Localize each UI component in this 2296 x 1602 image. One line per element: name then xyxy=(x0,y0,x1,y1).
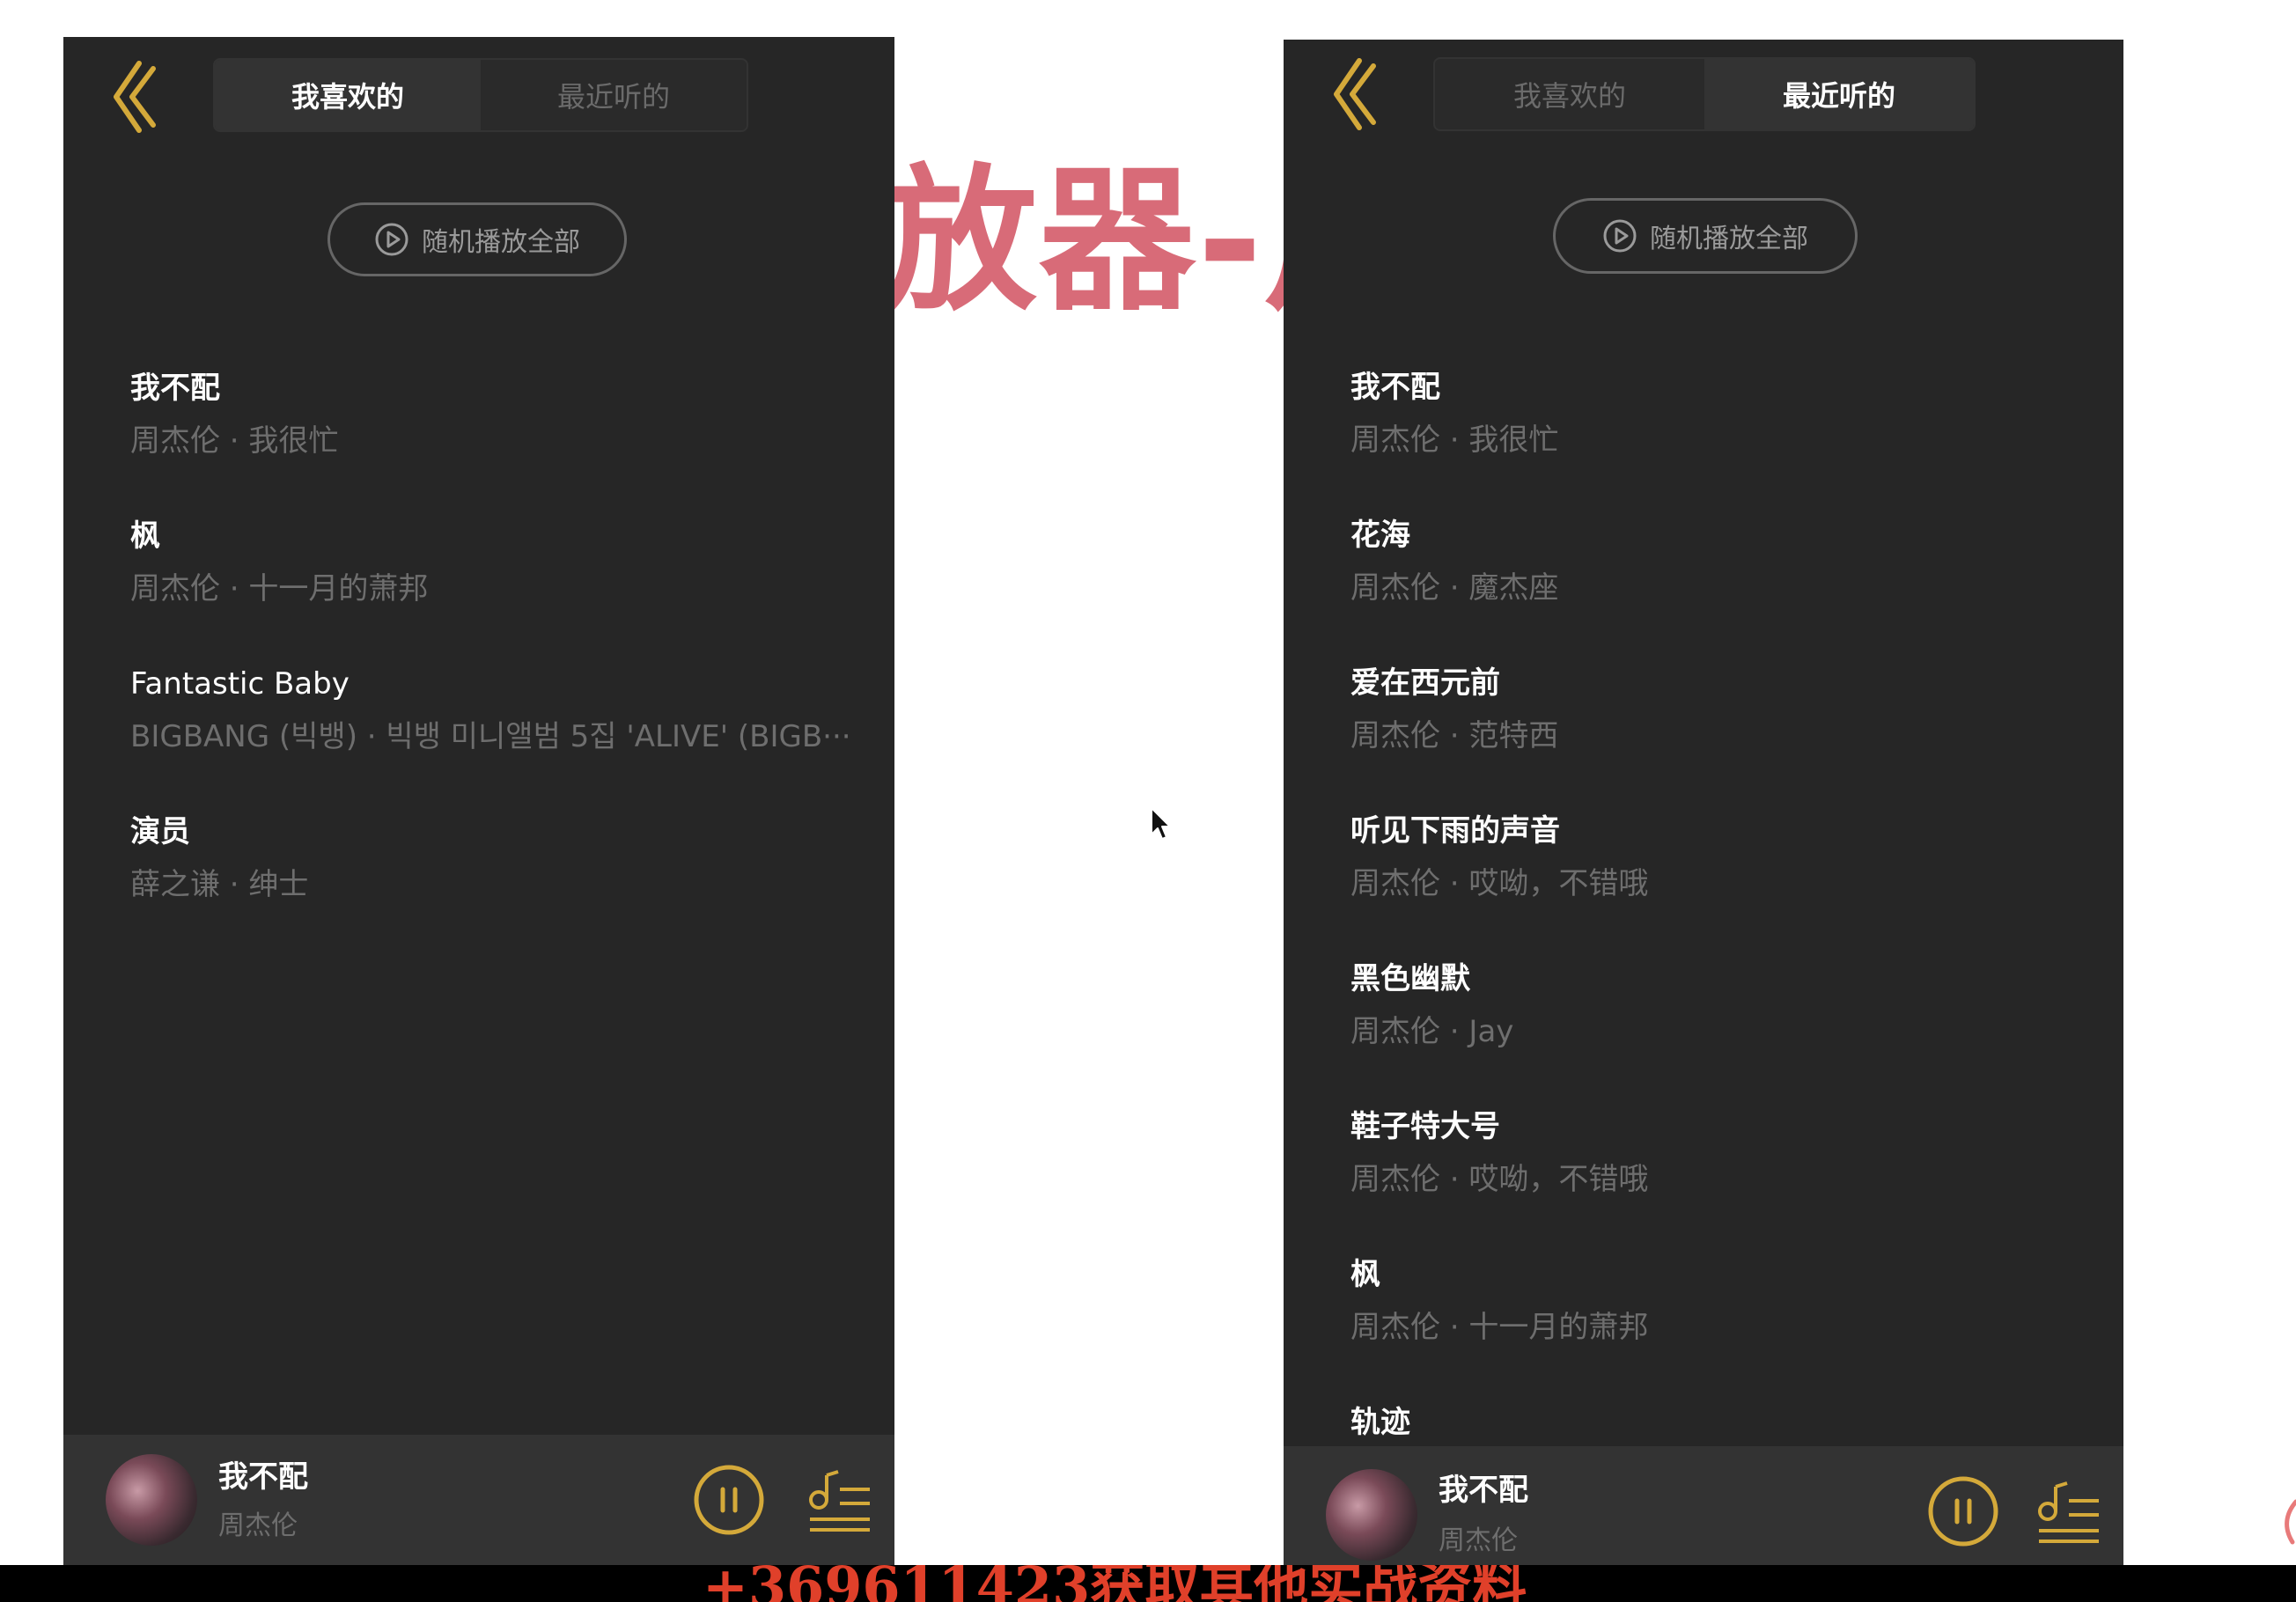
random-play-all-button[interactable]: 随机播放全部 xyxy=(1553,198,1858,274)
song-desc: 周杰伦 · 哎呦，不错哦 xyxy=(1350,866,1649,901)
mini-player-title: 我不配 xyxy=(1439,1473,1528,1508)
playlist-icon xyxy=(809,1470,870,1532)
list-item[interactable]: 演员 薛之谦 · 绅士 xyxy=(130,806,852,954)
song-name: 枫 xyxy=(1350,1257,1380,1292)
tab-favorites[interactable]: 我喜欢的 xyxy=(215,60,481,130)
album-cover-avatar[interactable] xyxy=(1326,1469,1417,1561)
song-desc: 周杰伦 · 十一月的萧邦 xyxy=(130,571,429,606)
playlist-button[interactable] xyxy=(2032,1476,2102,1547)
song-desc: 周杰伦 · 我很忙 xyxy=(130,423,339,459)
playlist-button[interactable] xyxy=(803,1465,873,1535)
song-name: 听见下雨的声音 xyxy=(1350,813,1560,849)
song-name: 我不配 xyxy=(130,371,220,406)
footer-bar: +369611423获取其他实战资料 xyxy=(0,1565,2296,1602)
list-item[interactable]: 枫 周杰伦 · 十一月的萧邦 xyxy=(130,511,852,658)
pause-button[interactable] xyxy=(692,1463,766,1537)
list-item[interactable]: 花海 周杰伦 · 魔杰座 xyxy=(1350,510,2072,658)
list-item[interactable]: 爱在西元前 周杰伦 · 范特西 xyxy=(1350,658,2072,805)
song-name: 演员 xyxy=(130,814,190,849)
song-list: 我不配 周杰伦 · 我很忙 枫 周杰伦 · 十一月的萧邦 Fantastic B… xyxy=(130,363,852,954)
album-cover-avatar[interactable] xyxy=(106,1454,197,1546)
back-button[interactable] xyxy=(99,55,169,143)
pause-circle-icon xyxy=(694,1465,764,1535)
right-phone-screen: 我喜欢的 最近听的 随机播放全部 我不配 周杰伦 · 我很忙 花海 周杰伦 · … xyxy=(1284,40,2123,1565)
tab-recent[interactable]: 最近听的 xyxy=(1704,59,1974,129)
play-circle-icon xyxy=(1603,219,1637,253)
random-play-all-button[interactable]: 随机播放全部 xyxy=(327,202,627,276)
song-name: 爱在西元前 xyxy=(1350,665,1500,701)
song-name: 我不配 xyxy=(1350,370,1440,405)
pause-circle-icon xyxy=(1928,1476,1998,1547)
mouse-cursor-icon xyxy=(1151,807,1171,840)
tab-switch: 我喜欢的 最近听的 xyxy=(213,58,748,132)
tab-recent[interactable]: 最近听的 xyxy=(481,60,747,130)
left-phone-screen: 我喜欢的 最近听的 随机播放全部 我不配 周杰伦 · 我很忙 枫 周杰伦 · 十… xyxy=(63,37,894,1565)
back-button[interactable] xyxy=(1319,52,1389,140)
song-desc: 周杰伦 · 哎呦，不错哦 xyxy=(1350,1162,1649,1197)
playlist-icon xyxy=(2038,1481,2099,1543)
mini-player[interactable]: 我不配 周杰伦 xyxy=(63,1435,894,1565)
chevron-left-icon xyxy=(1334,58,1376,130)
song-desc: 周杰伦 · 我很忙 xyxy=(1350,423,1559,458)
mini-player-artist: 周杰伦 xyxy=(1439,1525,1518,1556)
play-circle-icon xyxy=(375,223,408,256)
list-item[interactable]: 枫 周杰伦 · 十一月的萧邦 xyxy=(1350,1249,2072,1397)
list-item[interactable]: 鞋子特大号 周杰伦 · 哎呦，不错哦 xyxy=(1350,1101,2072,1249)
random-play-label: 随机播放全部 xyxy=(1650,224,1808,254)
random-play-label: 随机播放全部 xyxy=(422,227,580,258)
song-name: 轨迹 xyxy=(1350,1405,1410,1440)
list-item[interactable]: 我不配 周杰伦 · 我很忙 xyxy=(130,363,852,511)
footer-watermark-text: +369611423获取其他实战资料 xyxy=(703,1565,1527,1602)
partial-logo-mark xyxy=(2285,1499,2296,1545)
mini-player[interactable]: 我不配 周杰伦 xyxy=(1284,1446,2123,1565)
song-desc: 薛之谦 · 绅士 xyxy=(130,867,309,902)
chevron-left-icon xyxy=(114,61,156,133)
song-desc: BIGBANG (빅뱅) · 빅뱅 미니앨범 5집 'ALIVE' (BIGB·… xyxy=(130,719,851,754)
song-desc: 周杰伦 · 范特西 xyxy=(1350,718,1559,753)
song-name: Fantastic Baby xyxy=(130,666,350,702)
song-desc: 周杰伦 · 魔杰座 xyxy=(1350,570,1559,606)
song-name: 枫 xyxy=(130,518,160,554)
list-item[interactable]: 黑色幽默 周杰伦 · Jay xyxy=(1350,953,2072,1101)
song-desc: 周杰伦 · Jay xyxy=(1350,1014,1514,1049)
song-name: 花海 xyxy=(1350,518,1410,553)
song-desc: 周杰伦 · 十一月的萧邦 xyxy=(1350,1310,1649,1345)
list-item[interactable]: Fantastic Baby BIGBANG (빅뱅) · 빅뱅 미니앨범 5집… xyxy=(130,658,852,806)
song-list: 我不配 周杰伦 · 我很忙 花海 周杰伦 · 魔杰座 爱在西元前 周杰伦 · 范… xyxy=(1350,362,2072,1545)
list-item[interactable]: 我不配 周杰伦 · 我很忙 xyxy=(1350,362,2072,510)
song-name: 鞋子特大号 xyxy=(1350,1109,1500,1144)
tab-switch: 我喜欢的 最近听的 xyxy=(1433,57,1976,131)
pause-button[interactable] xyxy=(1926,1474,2000,1548)
tab-favorites[interactable]: 我喜欢的 xyxy=(1435,59,1704,129)
song-name: 黑色幽默 xyxy=(1350,961,1470,996)
mini-player-artist: 周杰伦 xyxy=(218,1510,298,1541)
mini-player-title: 我不配 xyxy=(218,1459,308,1495)
list-item[interactable]: 听见下雨的声音 周杰伦 · 哎呦，不错哦 xyxy=(1350,805,2072,953)
